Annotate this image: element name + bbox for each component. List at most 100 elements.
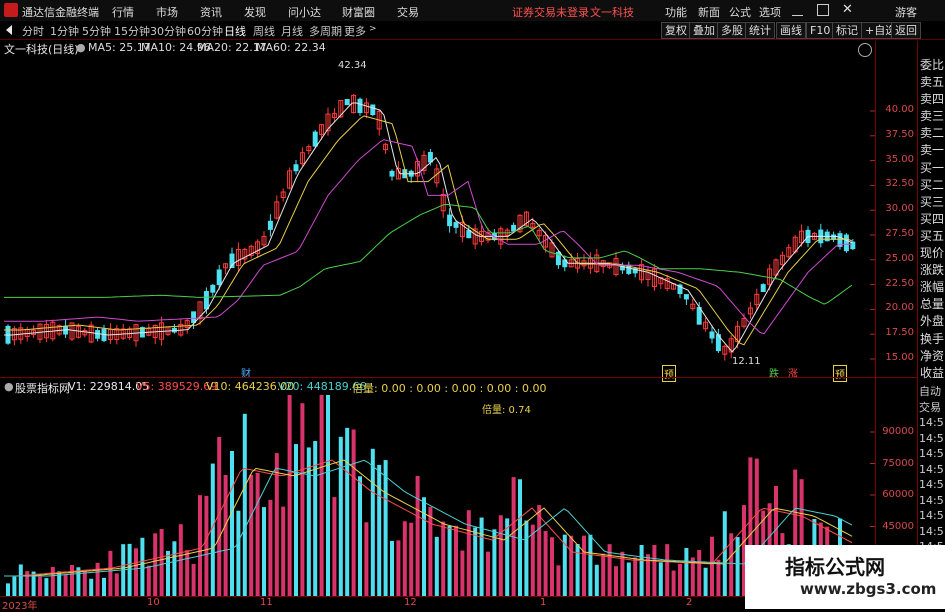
menu-faxian[interactable]: 发现 bbox=[244, 4, 266, 20]
trade-field-0[interactable]: 自动 bbox=[919, 384, 945, 400]
tab-60min[interactable]: 60分钟 bbox=[187, 23, 223, 39]
menu-caifuquan[interactable]: 财富圈 bbox=[342, 4, 375, 20]
tab-fenshi[interactable]: 分时 bbox=[22, 23, 44, 39]
trade-field-5: 14:5 bbox=[919, 462, 944, 476]
y-tick-label: 22.50 bbox=[885, 277, 914, 289]
volume-bar bbox=[242, 413, 247, 596]
candle-body bbox=[511, 224, 517, 232]
tab-monthly[interactable]: 月线 bbox=[281, 23, 303, 39]
volume-bar bbox=[140, 537, 145, 596]
candle-body bbox=[466, 230, 472, 239]
quote-field-12: 涨跌 bbox=[919, 263, 944, 278]
candlestick-chart[interactable] bbox=[0, 55, 875, 377]
volume-bar bbox=[249, 474, 254, 596]
volume-bar bbox=[153, 533, 158, 596]
volume-bar bbox=[262, 507, 266, 596]
login-status[interactable]: 证券交易未登录 bbox=[512, 4, 589, 20]
volume-bar bbox=[38, 576, 42, 596]
candle-body bbox=[696, 307, 702, 325]
volume-bar bbox=[281, 506, 286, 596]
huaxian-button[interactable]: 画线 bbox=[776, 22, 806, 39]
ma20-line bbox=[4, 139, 852, 335]
volume-bar bbox=[236, 510, 241, 596]
volume-bar bbox=[127, 543, 132, 596]
trade-field-9: 14:5 bbox=[919, 524, 944, 538]
menu-xuanxiang[interactable]: 选项 bbox=[759, 4, 781, 20]
volume-bar bbox=[582, 535, 586, 596]
volume-bar bbox=[415, 475, 420, 596]
y-tick-label: 32.50 bbox=[885, 178, 914, 190]
diejia-button[interactable]: 叠加 bbox=[689, 22, 719, 39]
menu-zixun[interactable]: 资讯 bbox=[200, 4, 222, 20]
tab-multi[interactable]: 多周期 bbox=[309, 23, 342, 39]
chart-settings-icon[interactable] bbox=[858, 43, 872, 57]
volume-bar bbox=[652, 544, 657, 596]
volume-bar bbox=[306, 447, 311, 596]
y-tick-label: 20.00 bbox=[885, 302, 914, 314]
menu-gongneng[interactable]: 功能 bbox=[665, 4, 687, 20]
volume-bar bbox=[409, 522, 414, 596]
y-tick-label: 25.00 bbox=[885, 252, 914, 264]
watermark: 指标公式网 www.zbgs3.com bbox=[745, 545, 945, 609]
duogu-button[interactable]: 多股 bbox=[717, 22, 747, 39]
tongji-button[interactable]: 统计 bbox=[745, 22, 775, 39]
volume-bar bbox=[390, 540, 394, 596]
indicator-dot-icon[interactable]: ● bbox=[4, 380, 14, 393]
menu-gongshi[interactable]: 公式 bbox=[729, 4, 751, 20]
more-chevron-icon[interactable]: > bbox=[369, 24, 377, 34]
candle-body bbox=[427, 152, 433, 163]
biaoji-button[interactable]: 标记 bbox=[832, 22, 862, 39]
candle-body bbox=[709, 331, 715, 339]
menu-jiaoyi[interactable]: 交易 bbox=[397, 4, 419, 20]
close-icon[interactable]: ✕ bbox=[842, 2, 853, 17]
volume-y-tick-label: 90000 bbox=[882, 426, 914, 437]
menu-shichang[interactable]: 市场 bbox=[156, 4, 178, 20]
trade-field-1[interactable]: 交易 bbox=[919, 400, 945, 416]
tab-5min[interactable]: 5分钟 bbox=[82, 23, 111, 39]
fuquan-button[interactable]: 复权 bbox=[661, 22, 691, 39]
trade-field-4: 14:5 bbox=[919, 447, 944, 460]
back-arrow-icon[interactable] bbox=[6, 25, 12, 35]
volume-bar bbox=[505, 518, 510, 596]
event-tag-forecast[interactable]: 预 bbox=[662, 365, 676, 382]
tab-weekly[interactable]: 周线 bbox=[253, 23, 275, 39]
back-button[interactable]: 返回 bbox=[891, 22, 921, 39]
event-tag-forecast-2[interactable]: 预 bbox=[833, 365, 847, 382]
x-label-2023: 2023年 bbox=[2, 601, 38, 612]
volume-bar bbox=[95, 562, 100, 596]
menu-wenxiaoda[interactable]: 问小达 bbox=[288, 4, 321, 20]
tab-1min[interactable]: 1分钟 bbox=[50, 23, 79, 39]
guest-label[interactable]: 游客 bbox=[895, 4, 917, 20]
volume-bar bbox=[358, 476, 362, 596]
candle-body bbox=[293, 164, 299, 172]
volume-bar bbox=[63, 574, 68, 596]
watermark-url: www.zbgs3.com bbox=[800, 580, 937, 598]
watermark-cn: 指标公式网 bbox=[785, 555, 885, 579]
low-price-label: 12.11 bbox=[732, 356, 761, 367]
volume-bar bbox=[383, 460, 388, 596]
tab-daily[interactable]: 日线 bbox=[224, 23, 246, 39]
volume-bar bbox=[703, 567, 708, 596]
volume-bar bbox=[204, 495, 209, 596]
ma5-line bbox=[4, 102, 853, 353]
menu-xinmian[interactable]: 新面 bbox=[698, 4, 720, 20]
quote-field-6: 买一 bbox=[919, 160, 944, 175]
tab-more[interactable]: 更多 bbox=[344, 23, 366, 39]
volume-bar bbox=[159, 528, 164, 596]
volume-bar bbox=[230, 451, 234, 596]
minimize-icon[interactable] bbox=[792, 4, 803, 16]
volume-chart[interactable] bbox=[0, 395, 875, 596]
candle-body bbox=[453, 222, 459, 228]
volume-bar bbox=[287, 395, 292, 596]
menu-hangqing[interactable]: 行情 bbox=[112, 4, 134, 20]
volume-bar bbox=[134, 548, 138, 596]
f10-button[interactable]: F10 bbox=[806, 22, 835, 39]
tab-30min[interactable]: 30分钟 bbox=[150, 23, 186, 39]
maximize-icon[interactable] bbox=[817, 4, 829, 16]
volume-bar bbox=[89, 578, 94, 596]
tab-15min[interactable]: 15分钟 bbox=[114, 23, 150, 39]
volume-bar bbox=[294, 444, 298, 596]
volume-y-tick-label: 75000 bbox=[882, 457, 914, 469]
settings-dot-icon[interactable]: ● bbox=[76, 41, 86, 54]
y-tick-label: 27.50 bbox=[885, 228, 914, 239]
